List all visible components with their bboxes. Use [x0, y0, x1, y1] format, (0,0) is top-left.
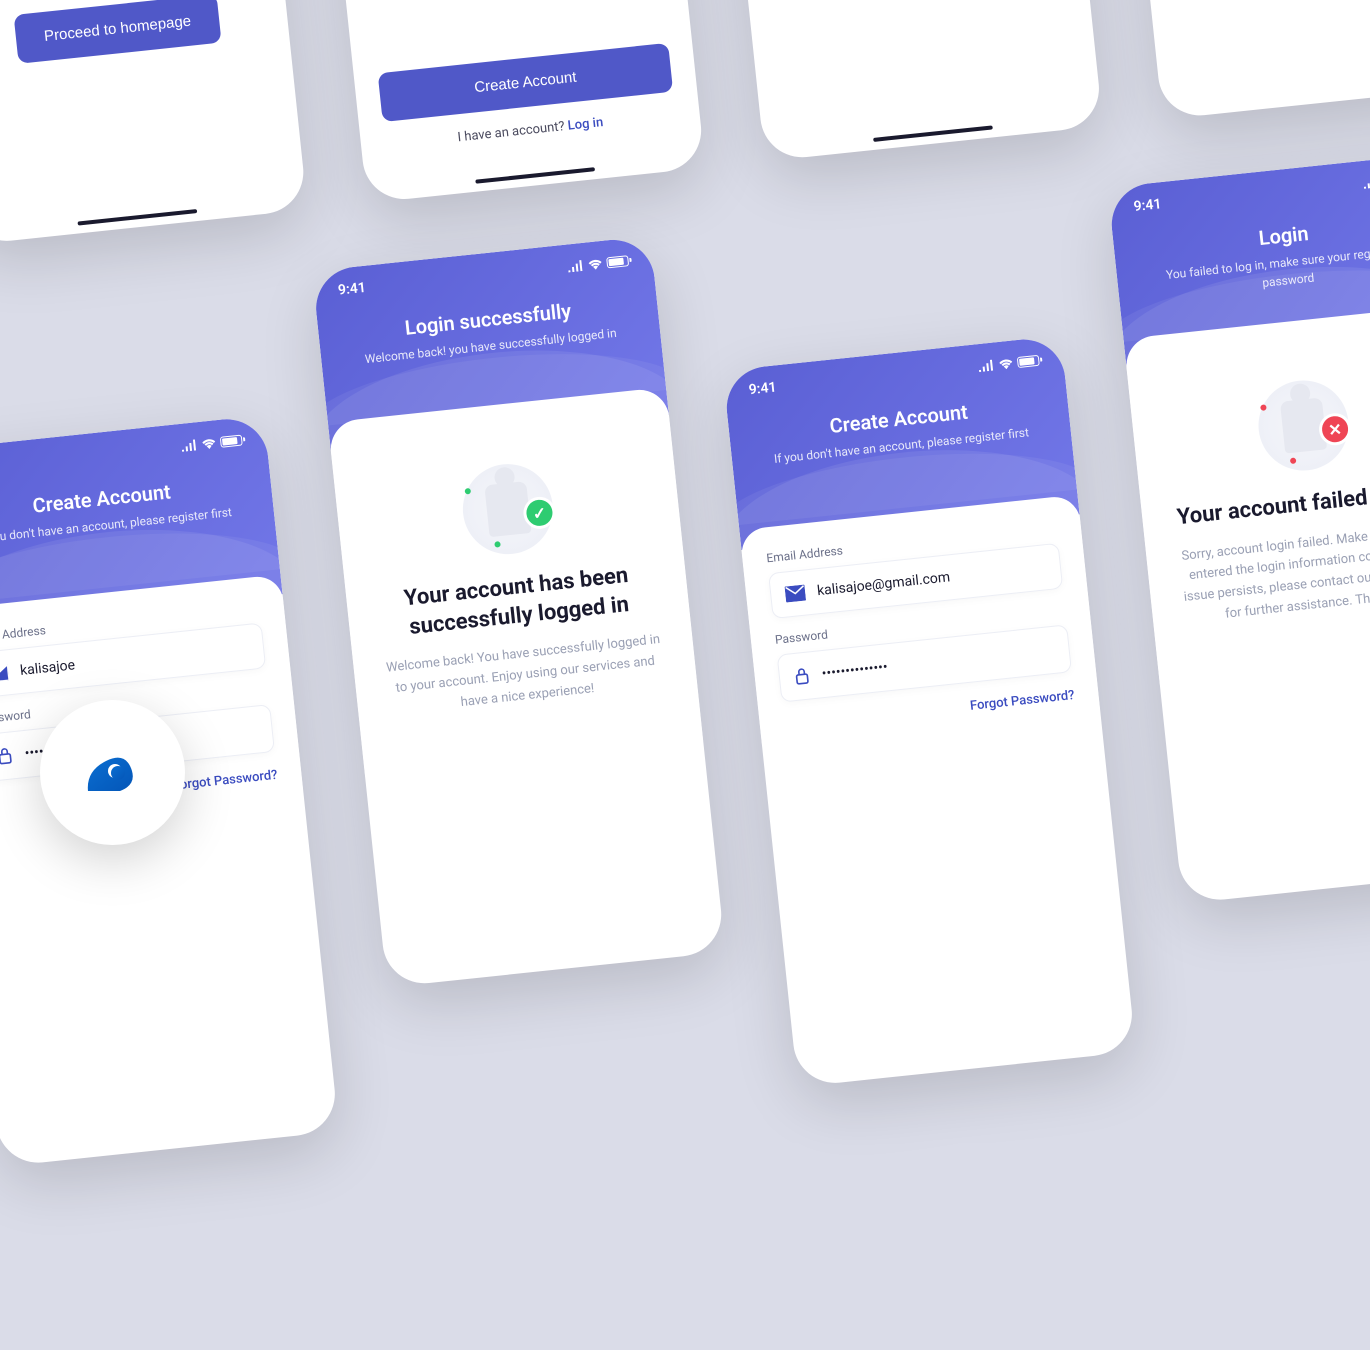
success-subtitle: Welcome back! You have successfully logg…	[377, 629, 674, 722]
wifi-icon	[998, 357, 1014, 371]
status-icons	[978, 354, 1040, 372]
wifi-icon	[201, 436, 217, 450]
signal-icon	[1363, 175, 1370, 189]
signal-icon	[567, 259, 584, 273]
status-time: 9:41	[1133, 196, 1162, 215]
success-login-card: ✓ Your account has been successfully log…	[0, 0, 307, 245]
forgot-password-link[interactable]: Forgot Password?	[172, 768, 278, 794]
battery-icon	[220, 434, 243, 447]
signal-icon	[978, 359, 995, 373]
fail-title: Your account failed to login	[1165, 475, 1370, 534]
success-title: Your account has been successfully logge…	[369, 559, 665, 646]
signal-icon	[181, 438, 198, 452]
login-success-full-card: 9:41 Login successfully Welcome back! yo…	[312, 236, 725, 988]
create-account-button[interactable]: Create Account	[378, 43, 674, 122]
forgot-password-link[interactable]: Forgot Password?	[969, 688, 1075, 714]
status-time: 9:41	[337, 280, 366, 299]
success-card-partial: succe Welcome bac your account. Proce	[1108, 0, 1370, 120]
mail-icon	[0, 664, 9, 682]
fail-subtitle: Sorry, account login failed. Make sure y…	[1170, 517, 1370, 630]
mail-icon	[785, 585, 807, 603]
proceed-homepage-button[interactable]: Proceed to homepage	[14, 0, 222, 63]
status-time: 9:41	[748, 379, 777, 398]
success-illustration: ✓	[458, 460, 557, 559]
wifi-icon	[587, 257, 603, 271]
status-icons	[181, 434, 243, 452]
home-indicator	[873, 125, 993, 142]
battery-icon	[606, 255, 629, 268]
create-account-form-right: 9:41 Create Account If you don't have an…	[723, 335, 1136, 1087]
lock-icon	[0, 746, 14, 766]
error-illustration: ✕	[1254, 376, 1353, 475]
create-account-bottom-card: Create Account I have an account? Log in	[313, 0, 705, 203]
brand-logo-bubble	[40, 700, 185, 845]
lock-icon	[793, 667, 811, 687]
design-showcase-canvas: ✓ Your account has been successfully log…	[0, 0, 1370, 1350]
brand-logo-icon	[78, 743, 148, 803]
status-icons	[1363, 171, 1370, 189]
login-link[interactable]: Log in	[567, 115, 604, 134]
fail-login-card: ✕ Your account failed to login Sorry, ac…	[711, 0, 1103, 161]
login-fail-full-card: 9:41 Login You failed to log in, make su…	[1108, 152, 1370, 904]
battery-icon	[1017, 354, 1040, 367]
status-icons	[567, 254, 629, 272]
home-indicator	[77, 209, 197, 226]
